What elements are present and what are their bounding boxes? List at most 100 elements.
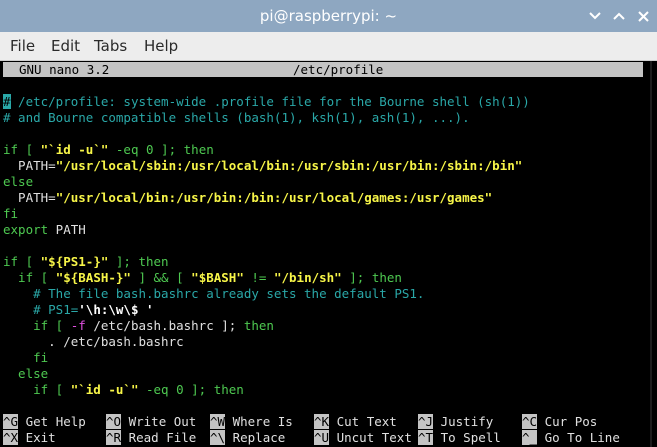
editor-line[interactable]: # The file bash.bashrc already sets the … (3, 286, 424, 302)
chevron-up-icon (613, 12, 625, 20)
code-token: "`id -u`" (70, 382, 139, 397)
minimize-button[interactable] (583, 4, 607, 28)
editor-line[interactable]: else (3, 366, 48, 382)
code-token: ]; (108, 254, 139, 269)
code-token: /etc/profile: system-wide .profile file … (10, 94, 530, 109)
code-token: then (243, 318, 274, 333)
code-token: ]; (341, 270, 372, 285)
code-token: fi (3, 206, 19, 221)
shortcut-label: To Spell (433, 430, 501, 445)
shortcut-key: ^C (522, 414, 538, 429)
shortcut-item[interactable]: ^C Cur Pos (522, 414, 597, 430)
text-cursor: # (3, 94, 11, 109)
code-token: then (138, 254, 169, 269)
shortcut-label: Get Help (18, 414, 86, 429)
code-token: else (3, 174, 34, 189)
editor-line[interactable]: # PS1='\h:\w\$ ' (3, 302, 154, 318)
editor-line[interactable]: if [ "${BASH-}" ] && [ "$BASH" != "/bin/… (3, 270, 402, 286)
scrollbar[interactable] (645, 61, 657, 447)
code-token: PATH= (3, 158, 56, 173)
shortcut-item[interactable]: ^W Where Is (210, 414, 293, 430)
shortcut-label: Replace (225, 430, 286, 445)
code-token: "$BASH" (191, 270, 244, 285)
editor-line[interactable]: if [ -f /etc/bash.bashrc ]; then (3, 318, 274, 334)
code-token: [ (18, 254, 41, 269)
menu-edit[interactable]: Edit (51, 32, 80, 60)
shortcut-item[interactable]: ^K Cut Text (314, 414, 397, 430)
code-token: if (3, 142, 19, 157)
editor-line[interactable]: . /etc/bash.bashrc (3, 334, 184, 350)
code-token: # The file bash.bashrc already sets the … (3, 286, 425, 301)
code-token: "/bin/sh" (273, 270, 342, 285)
shortcut-item[interactable]: ^J Justify (418, 414, 493, 430)
menu-tabs[interactable]: Tabs (94, 32, 127, 60)
shortcut-key: ^_ (522, 430, 538, 445)
close-button[interactable] (631, 4, 655, 28)
editor-line[interactable]: if [ "`id -u`" -eq 0 ]; then (3, 382, 244, 398)
code-token: # and Bourne compatible shells (bash(1),… (3, 110, 470, 125)
chevron-down-icon (589, 12, 601, 20)
scrollbar-track[interactable] (650, 61, 652, 447)
shortcut-key: ^K (314, 414, 330, 429)
shortcut-key: ^U (314, 430, 330, 445)
shortcut-label: Exit (18, 430, 56, 445)
code-token: "${BASH-}" (55, 270, 131, 285)
code-token: -eq 0 ]; (108, 142, 184, 157)
editor-line[interactable]: fi (3, 350, 48, 366)
code-token: then (183, 142, 214, 157)
shortcut-key: ^J (418, 414, 434, 429)
editor-line[interactable]: PATH="/usr/local/bin:/usr/bin:/bin:/usr/… (3, 190, 492, 206)
code-token: . /etc/bash.bashrc (3, 334, 184, 349)
editor-line[interactable]: # /etc/profile: system-wide .profile fil… (3, 94, 530, 110)
menu-file[interactable]: File (10, 32, 35, 60)
shortcut-key: ^T (418, 430, 434, 445)
shortcut-item[interactable]: ^U Uncut Text (314, 430, 412, 446)
code-token: PATH (48, 222, 86, 237)
shortcut-label: Read File (121, 430, 197, 445)
editor-line[interactable]: fi (3, 206, 18, 222)
code-token: if (3, 254, 19, 269)
shortcut-label: Write Out (121, 414, 197, 429)
shortcut-item[interactable]: ^T To Spell (418, 430, 501, 446)
code-token: != (243, 270, 274, 285)
terminal-area[interactable]: GNU nano 3.2 /etc/profile # /etc/profile… (0, 61, 645, 447)
shortcut-label: Go To Line (537, 430, 620, 445)
shortcut-label: Where Is (225, 414, 293, 429)
code-token: '\h:\w\$ ' (78, 302, 154, 317)
code-token: [ (48, 382, 71, 397)
shortcut-key: ^W (210, 414, 226, 429)
code-token: # PS1= (3, 302, 79, 317)
shortcut-key: ^O (106, 414, 122, 429)
code-token: ] && [ (130, 270, 192, 285)
code-token: [ (18, 142, 41, 157)
menu-bar: File Edit Tabs Help (0, 32, 657, 61)
code-token: export (3, 222, 49, 237)
code-token: /etc/bash.bashrc ]; (85, 318, 244, 333)
code-token: else (3, 366, 49, 381)
code-token: "/usr/local/sbin:/usr/local/bin:/usr/sbi… (55, 158, 523, 173)
editor-line[interactable]: # and Bourne compatible shells (bash(1),… (3, 110, 470, 126)
shortcut-item[interactable]: ^_ Go To Line (522, 430, 620, 446)
shortcut-item[interactable]: ^\ Replace (210, 430, 285, 446)
code-token: fi (3, 350, 49, 365)
code-token: "${PS1-}" (40, 254, 109, 269)
menu-help[interactable]: Help (144, 32, 178, 60)
maximize-button[interactable] (607, 4, 631, 28)
shortcut-item[interactable]: ^O Write Out (106, 414, 196, 430)
editor-line[interactable]: else (3, 174, 33, 190)
shortcut-item[interactable]: ^R Read File (106, 430, 196, 446)
shortcut-key: ^\ (210, 430, 226, 445)
code-token: if (3, 270, 34, 285)
shortcut-item[interactable]: ^X Exit (3, 430, 56, 446)
editor-line[interactable]: PATH="/usr/local/sbin:/usr/local/bin:/us… (3, 158, 522, 174)
shortcut-item[interactable]: ^G Get Help (3, 414, 86, 430)
shortcut-label: Cur Pos (537, 414, 598, 429)
code-token: if (3, 318, 49, 333)
editor-line[interactable]: if [ "`id -u`" -eq 0 ]; then (3, 142, 214, 158)
editor-line[interactable]: if [ "${PS1-}" ]; then (3, 254, 169, 270)
shortcut-key: ^G (3, 414, 19, 429)
shortcut-label: Justify (433, 414, 494, 429)
editor-line[interactable]: export PATH (3, 222, 86, 238)
title-bar[interactable]: pi@raspberrypi: ~ (0, 0, 657, 32)
code-token: "/usr/local/bin:/usr/bin:/bin:/usr/local… (55, 190, 493, 205)
